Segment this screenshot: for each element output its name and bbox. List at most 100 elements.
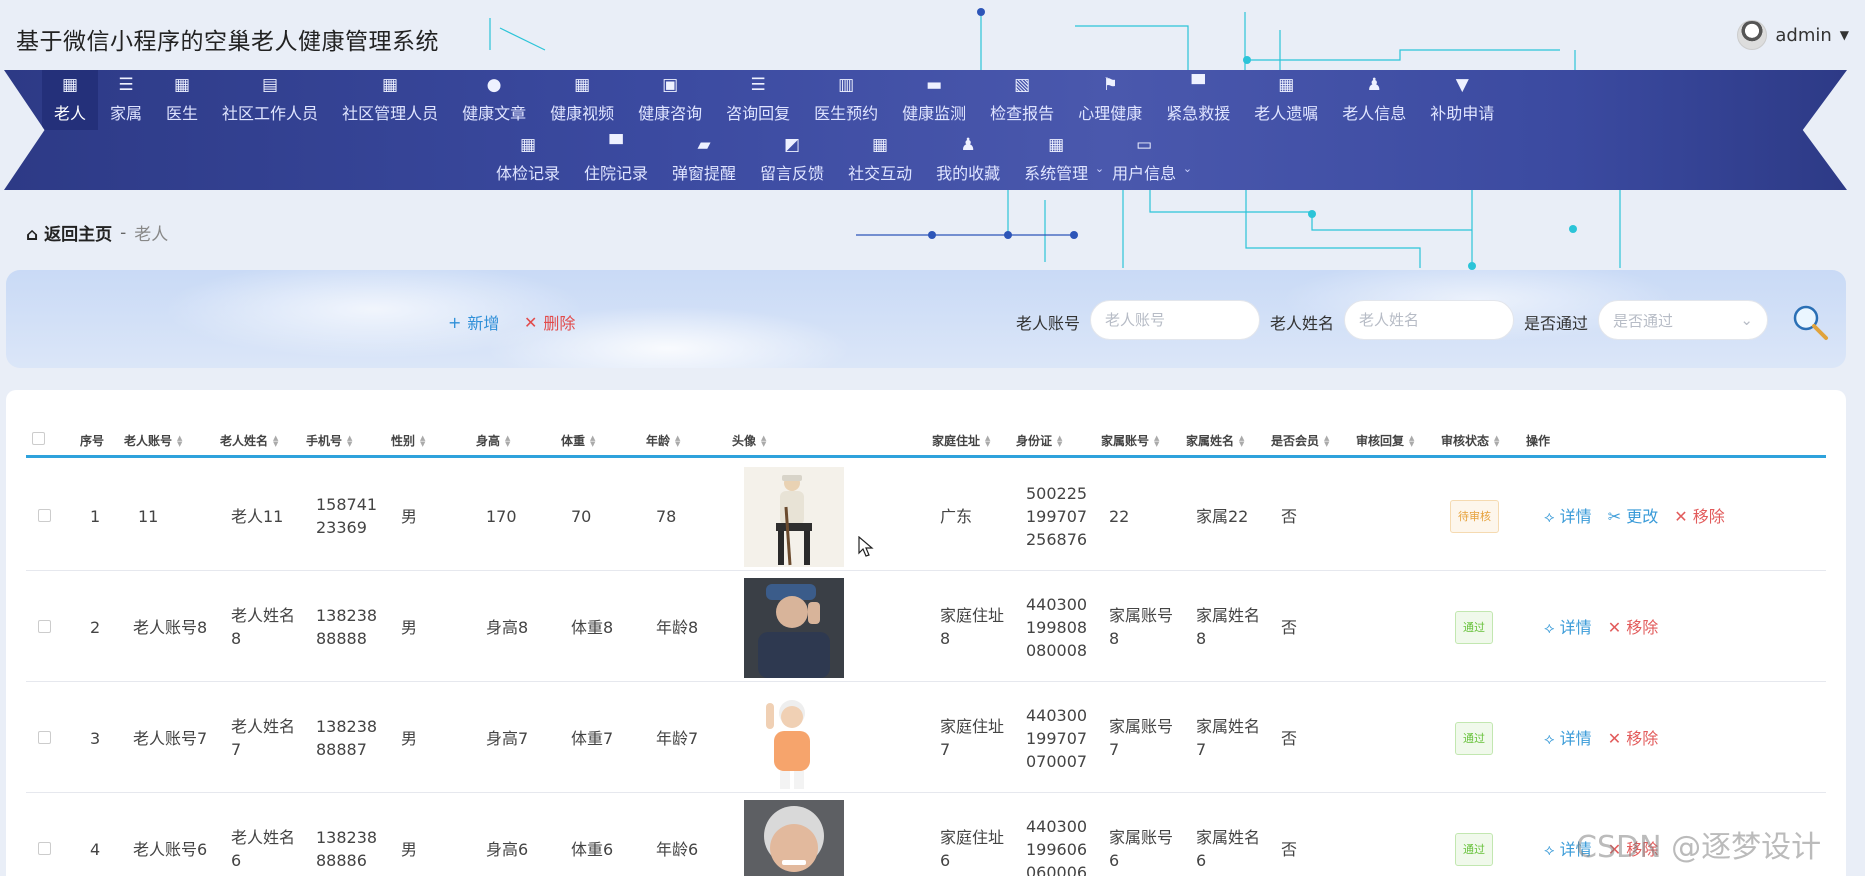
header-review-reply[interactable]: 审核回复 ▲ ▼ — [1356, 432, 1414, 449]
nav-item-elder-will[interactable]: ▦ 老人遗嘱 — [1242, 70, 1330, 130]
cell-member: 否 — [1281, 506, 1298, 526]
header-avatar[interactable]: 头像 ▲ ▼ — [732, 432, 766, 449]
nav-item-doctor[interactable]: ▦ 医生 — [154, 70, 210, 130]
nav-item-family[interactable]: ☰ 家属 — [98, 70, 154, 130]
remove-button[interactable]: ✕ 移除 — [1608, 616, 1659, 639]
account-filter-input[interactable] — [1090, 300, 1260, 340]
name-filter-input[interactable] — [1344, 300, 1514, 340]
user-menu[interactable]: admin ▼ — [1737, 20, 1849, 50]
chevron-down-icon: ⌄ — [1182, 162, 1193, 175]
header-actions: 操作 — [1526, 434, 1551, 448]
row-checkbox[interactable] — [38, 509, 51, 522]
breadcrumb-home[interactable]: ⌂ 返回主页 — [26, 220, 112, 245]
detail-button[interactable]: ⟡ 详情 — [1544, 616, 1592, 639]
sort-icon: ▲ ▼ — [590, 433, 596, 448]
nav-item-favorites[interactable]: ♟ 我的收藏 — [924, 130, 1012, 190]
nav-item-health-article[interactable]: ● 健康文章 — [450, 70, 538, 130]
grid-icon: ▦ — [174, 75, 191, 95]
header-weight[interactable]: 体重 ▲ ▼ — [561, 432, 595, 449]
nav-item-community-manager[interactable]: ▦ 社区管理人员 — [330, 70, 450, 130]
nav-item-consult-reply[interactable]: ☰ 咨询回复 — [714, 70, 802, 130]
header-phone[interactable]: 手机号 ▲ ▼ — [306, 432, 352, 449]
cell-weight: 体重8 — [571, 617, 614, 637]
nav-item-hospital-record[interactable]: ▀ 住院记录 — [572, 130, 660, 190]
nav-item-feedback[interactable]: ◩ 留言反馈 — [748, 130, 836, 190]
grid-icon: ▦ — [1048, 135, 1065, 155]
status-badge: 待审核 — [1450, 499, 1499, 533]
table-row: 2 老人账号8 老人姓名 8 138238 88888 男 身高8 体重8 年龄… — [26, 572, 1826, 682]
detail-button[interactable]: ⟡ 详情 — [1544, 505, 1592, 528]
row-checkbox[interactable] — [38, 620, 51, 633]
sort-icon: ▲ ▼ — [273, 433, 279, 448]
monitor-icon: ▬ — [926, 75, 943, 95]
nav-item-health-video[interactable]: ▦ 健康视频 — [538, 70, 626, 130]
remove-button[interactable]: ✕ 移除 — [1674, 505, 1725, 528]
nav-item-subsidy-apply[interactable]: ▼ 补助申请 — [1418, 70, 1506, 130]
table-row: 4 老人账号6 老人姓名 6 138238 88886 男 身高6 体重6 年龄… — [26, 794, 1826, 876]
nav-item-elder[interactable]: ▦ 老人 — [42, 70, 99, 130]
nav-item-health-monitor[interactable]: ▬ 健康监测 — [890, 70, 978, 130]
header-family-name[interactable]: 家属姓名 ▲ ▼ — [1186, 432, 1244, 449]
cell-account: 11 — [138, 506, 159, 526]
select-all-checkbox[interactable] — [32, 432, 45, 445]
cell-height: 170 — [486, 506, 517, 526]
header-height[interactable]: 身高 ▲ ▼ — [476, 432, 510, 449]
cell-address: 家庭住址 8 — [940, 606, 1005, 648]
cell-member: 否 — [1281, 839, 1298, 859]
header-member[interactable]: 是否会员 ▲ ▼ — [1271, 432, 1329, 449]
header-name[interactable]: 老人姓名 ▲ ▼ — [220, 432, 278, 449]
briefcase-icon: ▣ — [662, 75, 679, 95]
pass-filter-select[interactable]: 是否通过 ⌄ — [1598, 300, 1768, 340]
delete-button[interactable]: ✕ 删除 — [524, 310, 575, 334]
nav-item-emergency-rescue[interactable]: ▀ 紧急救援 — [1154, 70, 1242, 130]
nav-item-health-consult[interactable]: ▣ 健康咨询 — [626, 70, 714, 130]
cell-idcard: 440300 199707 070007 — [1026, 705, 1088, 771]
wallet-icon: ▰ — [697, 135, 711, 155]
cell-phone: 158741 23369 — [316, 495, 378, 537]
add-button[interactable]: + 新增 — [448, 310, 499, 334]
cell-phone: 138238 88888 — [316, 606, 378, 648]
row-checkbox[interactable] — [38, 842, 51, 855]
nav-item-system-management[interactable]: ▦ 系统管理 ⌄ — [1012, 130, 1104, 190]
cell-family-name: 家属22 — [1196, 506, 1249, 526]
bulb-icon: ● — [486, 75, 502, 95]
nav-item-exam-report[interactable]: ▧ 检查报告 — [978, 70, 1066, 130]
header-review-status[interactable]: 审核状态 ▲ ▼ — [1441, 432, 1499, 449]
header-gender[interactable]: 性别 ▲ ▼ — [391, 432, 425, 449]
sort-icon: ▲ ▼ — [177, 433, 183, 448]
list-icon: ☰ — [118, 75, 134, 95]
caret-down-icon: ▼ — [1839, 28, 1849, 42]
nav-item-elder-info[interactable]: ♟ 老人信息 — [1330, 70, 1418, 130]
search-icon[interactable] — [1790, 302, 1830, 342]
nav-item-popup-reminder[interactable]: ▰ 弹窗提醒 — [660, 130, 748, 190]
nav-item-doctor-appointment[interactable]: ▥ 医生预约 — [802, 70, 890, 130]
row-checkbox[interactable] — [38, 731, 51, 744]
header-idcard[interactable]: 身份证 ▲ ▼ — [1016, 432, 1062, 449]
watermark: CSDN @逐梦设计 — [1576, 830, 1822, 865]
nav-item-physical-exam[interactable]: ▦ 体检记录 — [484, 130, 572, 190]
header-address[interactable]: 家庭住址 ▲ ▼ — [932, 432, 990, 449]
detail-button[interactable]: ⟡ 详情 — [1544, 727, 1592, 750]
cell-family-name: 家属姓名 6 — [1196, 828, 1261, 870]
header-account[interactable]: 老人账号 ▲ ▼ — [124, 432, 182, 449]
elder-avatar-image — [744, 467, 844, 567]
nav-item-user-info[interactable]: ▭ 用户信息 ⌄ — [1100, 130, 1192, 190]
nav-item-social[interactable]: ▦ 社交互动 — [836, 130, 924, 190]
header-family-account[interactable]: 家属账号 ▲ ▼ — [1101, 432, 1159, 449]
remove-button[interactable]: ✕ 移除 — [1608, 727, 1659, 750]
cell-height: 身高6 — [486, 839, 529, 859]
grid-icon: ▦ — [382, 75, 399, 95]
cell-address: 家庭住址 7 — [940, 717, 1005, 759]
nav-item-mental-health[interactable]: ⚑ 心理健康 — [1066, 70, 1154, 130]
nav-item-community-worker[interactable]: ▤ 社区工作人员 — [210, 70, 330, 130]
top-bar: 基于微信小程序的空巢老人健康管理系统 admin ▼ — [0, 0, 1865, 70]
header-age[interactable]: 年龄 ▲ ▼ — [646, 432, 680, 449]
main-nav: ▦ 老人 ☰ 家属 ▦ 医生 ▤ 社区工作人员 ▦ 社区管理人员 ● 健康文章 ▦ 健康视频 … — [4, 70, 1847, 190]
sort-icon: ▲ ▼ — [985, 433, 991, 448]
status-badge: 通过 — [1455, 610, 1493, 644]
sort-icon: ▲ ▼ — [675, 433, 681, 448]
edit-button[interactable]: ✂ 更改 — [1608, 505, 1659, 528]
cell-phone: 138238 88887 — [316, 717, 378, 759]
breadcrumb-separator: - — [120, 222, 127, 243]
cell-member: 否 — [1281, 728, 1298, 748]
